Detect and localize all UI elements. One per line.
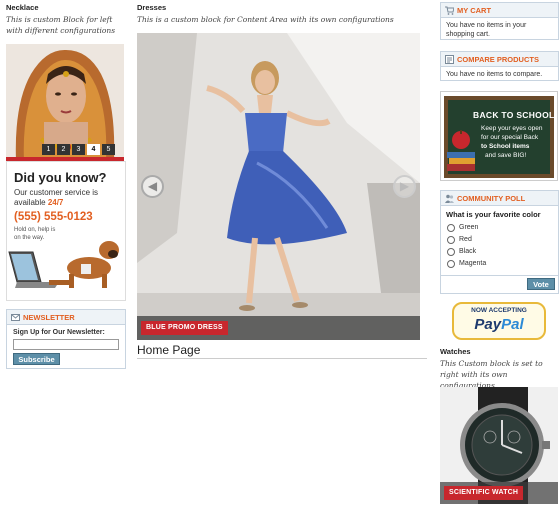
slider-page-4-active[interactable]: 4 xyxy=(87,144,100,155)
page-title-divider xyxy=(137,358,427,359)
slider-next-arrow-icon[interactable]: ▶ xyxy=(393,175,416,198)
radio-icon[interactable] xyxy=(447,224,455,232)
vote-button[interactable]: Vote xyxy=(527,278,555,290)
school-heading: BACK TO SCHOOL xyxy=(473,110,555,120)
dress-slider[interactable]: ◀ ▶ BLUE PROMO DRESS xyxy=(137,33,420,340)
newsletter-block: NEWSLETTER Sign Up for Our Newsletter: S… xyxy=(6,309,126,369)
poll-people-icon xyxy=(445,194,454,203)
dog-laptop-illustration xyxy=(8,241,119,288)
compare-products-title: COMPARE PRODUCTS xyxy=(457,55,539,64)
dresses-title: Dresses xyxy=(137,3,167,12)
slider-pagination: 1 2 3 4 5 xyxy=(42,144,115,155)
service-line1: Our customer service is xyxy=(14,188,99,197)
my-cart-message: You have no items in your shopping cart. xyxy=(446,22,527,38)
my-cart-title: MY CART xyxy=(457,6,492,15)
poll-question: What is your favorite color xyxy=(446,210,541,219)
paypal-accepting-text: NOW ACCEPTING xyxy=(471,307,527,314)
service-phone: (555) 555-0123 xyxy=(14,211,93,223)
slider-page-1[interactable]: 1 xyxy=(42,144,55,155)
slider-page-2[interactable]: 2 xyxy=(57,144,70,155)
cart-icon xyxy=(445,6,454,15)
school-line5: and save BIG! xyxy=(485,152,527,159)
slider-page-5[interactable]: 5 xyxy=(102,144,115,155)
watch-caption-label[interactable]: SCIENTIFIC WATCH xyxy=(444,486,524,500)
community-poll-block: COMMUNITY POLL What is your favorite col… xyxy=(440,190,559,294)
watch-slider[interactable]: SCIENTIFIC WATCH xyxy=(440,387,558,504)
paypal-badge[interactable]: NOW ACCEPTING PayPal xyxy=(452,302,546,340)
paypal-logo-icon: PayPal xyxy=(474,316,524,333)
school-line3: for our special Back xyxy=(481,134,539,141)
necklace-slider[interactable]: 1 2 3 4 5 xyxy=(6,44,124,161)
poll-option-green[interactable]: Green xyxy=(445,222,555,234)
compare-products-block: COMPARE PRODUCTS You have no items to co… xyxy=(440,51,559,81)
school-line2: Keep your eyes open xyxy=(481,125,543,132)
page-title: Home Page xyxy=(137,343,201,357)
necklace-title: Necklace xyxy=(6,3,39,12)
radio-icon[interactable] xyxy=(447,248,455,256)
poll-option-black[interactable]: Black xyxy=(445,246,555,258)
watches-title: Watches xyxy=(440,347,471,356)
newsletter-header: NEWSLETTER xyxy=(7,310,125,325)
customer-service-banner[interactable]: Did you know? Our customer service is av… xyxy=(6,161,126,301)
apple-books-icon xyxy=(447,130,475,171)
compare-products-message: You have no items to compare. xyxy=(446,71,543,78)
community-poll-header: COMMUNITY POLL xyxy=(441,191,558,206)
poll-divider xyxy=(441,275,558,276)
slide-caption-label[interactable]: BLUE PROMO DRESS xyxy=(141,321,228,335)
envelope-icon xyxy=(11,314,20,321)
newsletter-title: NEWSLETTER xyxy=(23,313,75,322)
school-line4: to School items xyxy=(481,143,530,150)
service-heading: Did you know? xyxy=(14,170,107,185)
slider-prev-arrow-icon[interactable]: ◀ xyxy=(141,175,164,198)
dresses-description: This is a custom block for Content Area … xyxy=(137,15,394,24)
radio-icon[interactable] xyxy=(447,260,455,268)
slider-page-3[interactable]: 3 xyxy=(72,144,85,155)
community-poll-title: COMMUNITY POLL xyxy=(457,194,526,203)
subscribe-button[interactable]: Subscribe xyxy=(13,353,60,365)
poll-options: Green Red Black Magenta xyxy=(445,222,555,270)
poll-option-red[interactable]: Red xyxy=(445,234,555,246)
service-line2: available 24/7 xyxy=(14,198,64,207)
blue-dress-model-image xyxy=(137,33,420,340)
necklace-description: This is custom Block for left with diffe… xyxy=(6,15,116,35)
poll-option-magenta[interactable]: Magenta xyxy=(445,258,555,270)
back-to-school-banner[interactable]: BACK TO SCHOOL Keep your eyes open for o… xyxy=(440,91,558,181)
radio-icon[interactable] xyxy=(447,236,455,244)
newsletter-label: Sign Up for Our Newsletter: xyxy=(13,329,105,336)
compare-icon xyxy=(445,55,454,64)
my-cart-block: MY CART You have no items in your shoppi… xyxy=(440,2,559,40)
newsletter-email-input[interactable] xyxy=(13,339,119,350)
compare-products-header: COMPARE PRODUCTS xyxy=(441,52,558,67)
my-cart-header: MY CART xyxy=(441,3,558,18)
